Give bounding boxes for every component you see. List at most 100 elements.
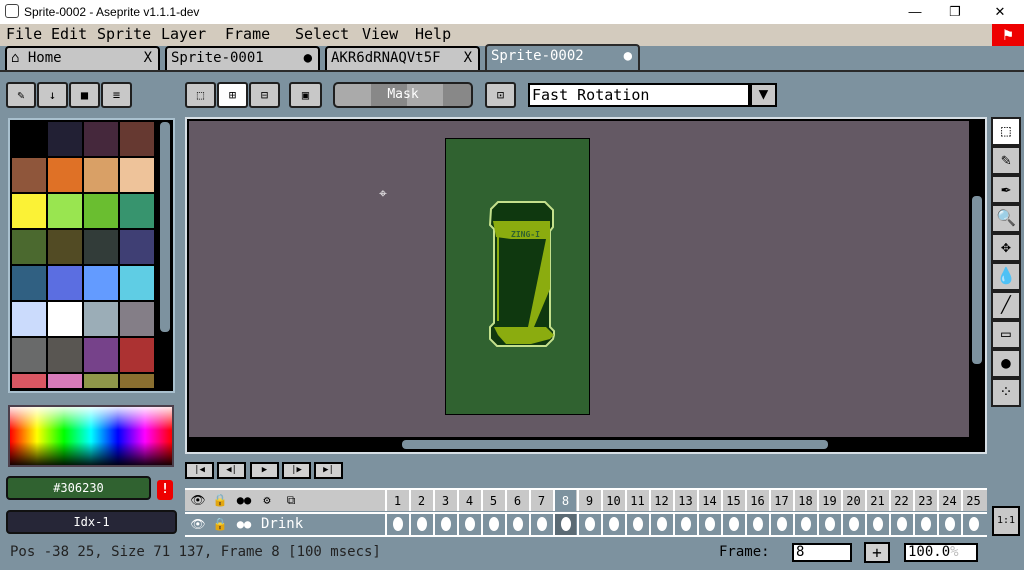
pivot-button[interactable]: ⊡ (485, 82, 516, 108)
menu-layer[interactable]: Layer (161, 24, 206, 44)
palette-swatch[interactable] (48, 122, 82, 156)
cel[interactable] (649, 514, 672, 535)
palette-swatch[interactable] (12, 230, 46, 264)
frame-header[interactable]: 13 (673, 490, 696, 511)
rotation-algorithm-select[interactable]: Fast Rotation (528, 83, 750, 107)
foreground-color-button[interactable]: #306230 (6, 476, 151, 500)
line-tool[interactable]: ╱ (991, 291, 1021, 320)
frame-header[interactable]: 17 (769, 490, 792, 511)
cel[interactable] (865, 514, 888, 535)
eye-icon[interactable]: 👁 (188, 490, 208, 511)
gear-icon[interactable]: ⚙ (257, 490, 277, 511)
palette-swatch[interactable] (48, 374, 82, 388)
cel[interactable] (433, 514, 456, 535)
frame-header[interactable]: 22 (889, 490, 912, 511)
tab-close-button[interactable]: X (144, 48, 152, 68)
palette-swatch[interactable] (48, 338, 82, 372)
cel[interactable] (577, 514, 600, 535)
cel[interactable] (601, 514, 624, 535)
frame-header[interactable]: 14 (697, 490, 720, 511)
frame-header[interactable]: 21 (865, 490, 888, 511)
palette-swatch[interactable] (84, 194, 118, 228)
tab-home[interactable]: ⌂ Home X (5, 46, 160, 70)
color-spectrum[interactable] (8, 405, 174, 467)
cel[interactable] (913, 514, 936, 535)
palette-swatch[interactable] (12, 122, 46, 156)
eyedropper-tool[interactable]: ✒ (991, 175, 1021, 204)
palette-swatch[interactable] (84, 266, 118, 300)
zoom-tool[interactable]: 🔍 (991, 204, 1021, 233)
cel[interactable] (721, 514, 744, 535)
menu-edit[interactable]: Edit (51, 24, 87, 44)
pencil-tool[interactable]: ✎ (991, 146, 1021, 175)
continuous-icon[interactable]: ●● (233, 514, 255, 535)
eye-icon[interactable]: 👁 (188, 514, 208, 535)
frame-header[interactable]: 11 (625, 490, 648, 511)
cel[interactable] (385, 514, 408, 535)
download-button[interactable]: ↓ (37, 82, 68, 108)
cel[interactable] (529, 514, 552, 535)
reset-zoom-button[interactable]: 1:1 (992, 506, 1020, 536)
palette-swatch[interactable] (48, 302, 82, 336)
frame-header[interactable]: 19 (817, 490, 840, 511)
menu-frame[interactable]: Frame (225, 24, 270, 44)
frame-header[interactable]: 18 (793, 490, 816, 511)
cel[interactable] (793, 514, 816, 535)
palette-swatch[interactable] (84, 158, 118, 192)
cel[interactable] (481, 514, 504, 535)
palette-swatch[interactable] (84, 338, 118, 372)
layer-name[interactable]: Drink (261, 514, 303, 535)
canvas-horizontal-scrollbar[interactable] (402, 440, 828, 449)
spray-tool[interactable]: ⁘ (991, 378, 1021, 407)
palette-scrollbar[interactable] (160, 122, 170, 332)
first-frame-button[interactable]: |◀ (185, 462, 214, 479)
cel[interactable] (409, 514, 432, 535)
menu-help[interactable]: Help (415, 24, 451, 44)
tab-sprite-0002[interactable]: Sprite-0002 ● (485, 44, 640, 70)
palette-swatch[interactable] (12, 266, 46, 300)
frame-header[interactable]: 2 (409, 490, 432, 511)
onion-skin-icon[interactable]: ●● (233, 490, 255, 511)
fill-tool[interactable]: 💧 (991, 262, 1021, 291)
cel[interactable] (817, 514, 840, 535)
palette-swatch[interactable] (12, 302, 46, 336)
cel[interactable] (769, 514, 792, 535)
palette-swatch[interactable] (120, 338, 154, 372)
frame-header[interactable]: 10 (601, 490, 624, 511)
tab-modified-indicator[interactable]: ● (304, 48, 312, 68)
close-button[interactable]: ✕ (985, 2, 1015, 22)
frame-header[interactable]: 8 (553, 490, 576, 511)
frame-header[interactable]: 15 (721, 490, 744, 511)
eraser-button[interactable]: ✎ (6, 82, 36, 108)
cel[interactable] (937, 514, 960, 535)
next-frame-button[interactable]: |▶ (282, 462, 311, 479)
blur-tool[interactable]: ● (991, 349, 1021, 378)
previous-frame-button[interactable]: ◀| (217, 462, 246, 479)
palette-swatch[interactable] (84, 374, 118, 388)
marquee-tool[interactable]: ⬚ (991, 117, 1021, 146)
cel[interactable] (457, 514, 480, 535)
palette-swatch[interactable] (120, 158, 154, 192)
frame-header[interactable]: 3 (433, 490, 456, 511)
frame-header[interactable]: 12 (649, 490, 672, 511)
frame-header[interactable]: 4 (457, 490, 480, 511)
menu-select[interactable]: Select (295, 24, 349, 44)
selection-add-button[interactable]: ⊞ (217, 82, 248, 108)
cel[interactable] (745, 514, 768, 535)
sprite-canvas[interactable]: ZING-I (445, 138, 590, 415)
canvas-vertical-scrollbar[interactable] (972, 196, 982, 364)
palette-swatch[interactable] (120, 266, 154, 300)
frame-header[interactable]: 7 (529, 490, 552, 511)
menu-button[interactable]: ≡ (101, 82, 132, 108)
palette-swatch[interactable] (120, 302, 154, 336)
cel[interactable] (841, 514, 864, 535)
palette-swatch[interactable] (84, 302, 118, 336)
menu-view[interactable]: View (362, 24, 398, 44)
selection-replace-button[interactable]: ⬚ (185, 82, 216, 108)
file-button[interactable]: ■ (69, 82, 100, 108)
chevron-down-icon[interactable]: ▼ (750, 83, 777, 107)
cel[interactable] (961, 514, 984, 535)
frame-header[interactable]: 5 (481, 490, 504, 511)
palette-swatch[interactable] (48, 266, 82, 300)
background-color-button[interactable]: Idx-1 (6, 510, 177, 534)
